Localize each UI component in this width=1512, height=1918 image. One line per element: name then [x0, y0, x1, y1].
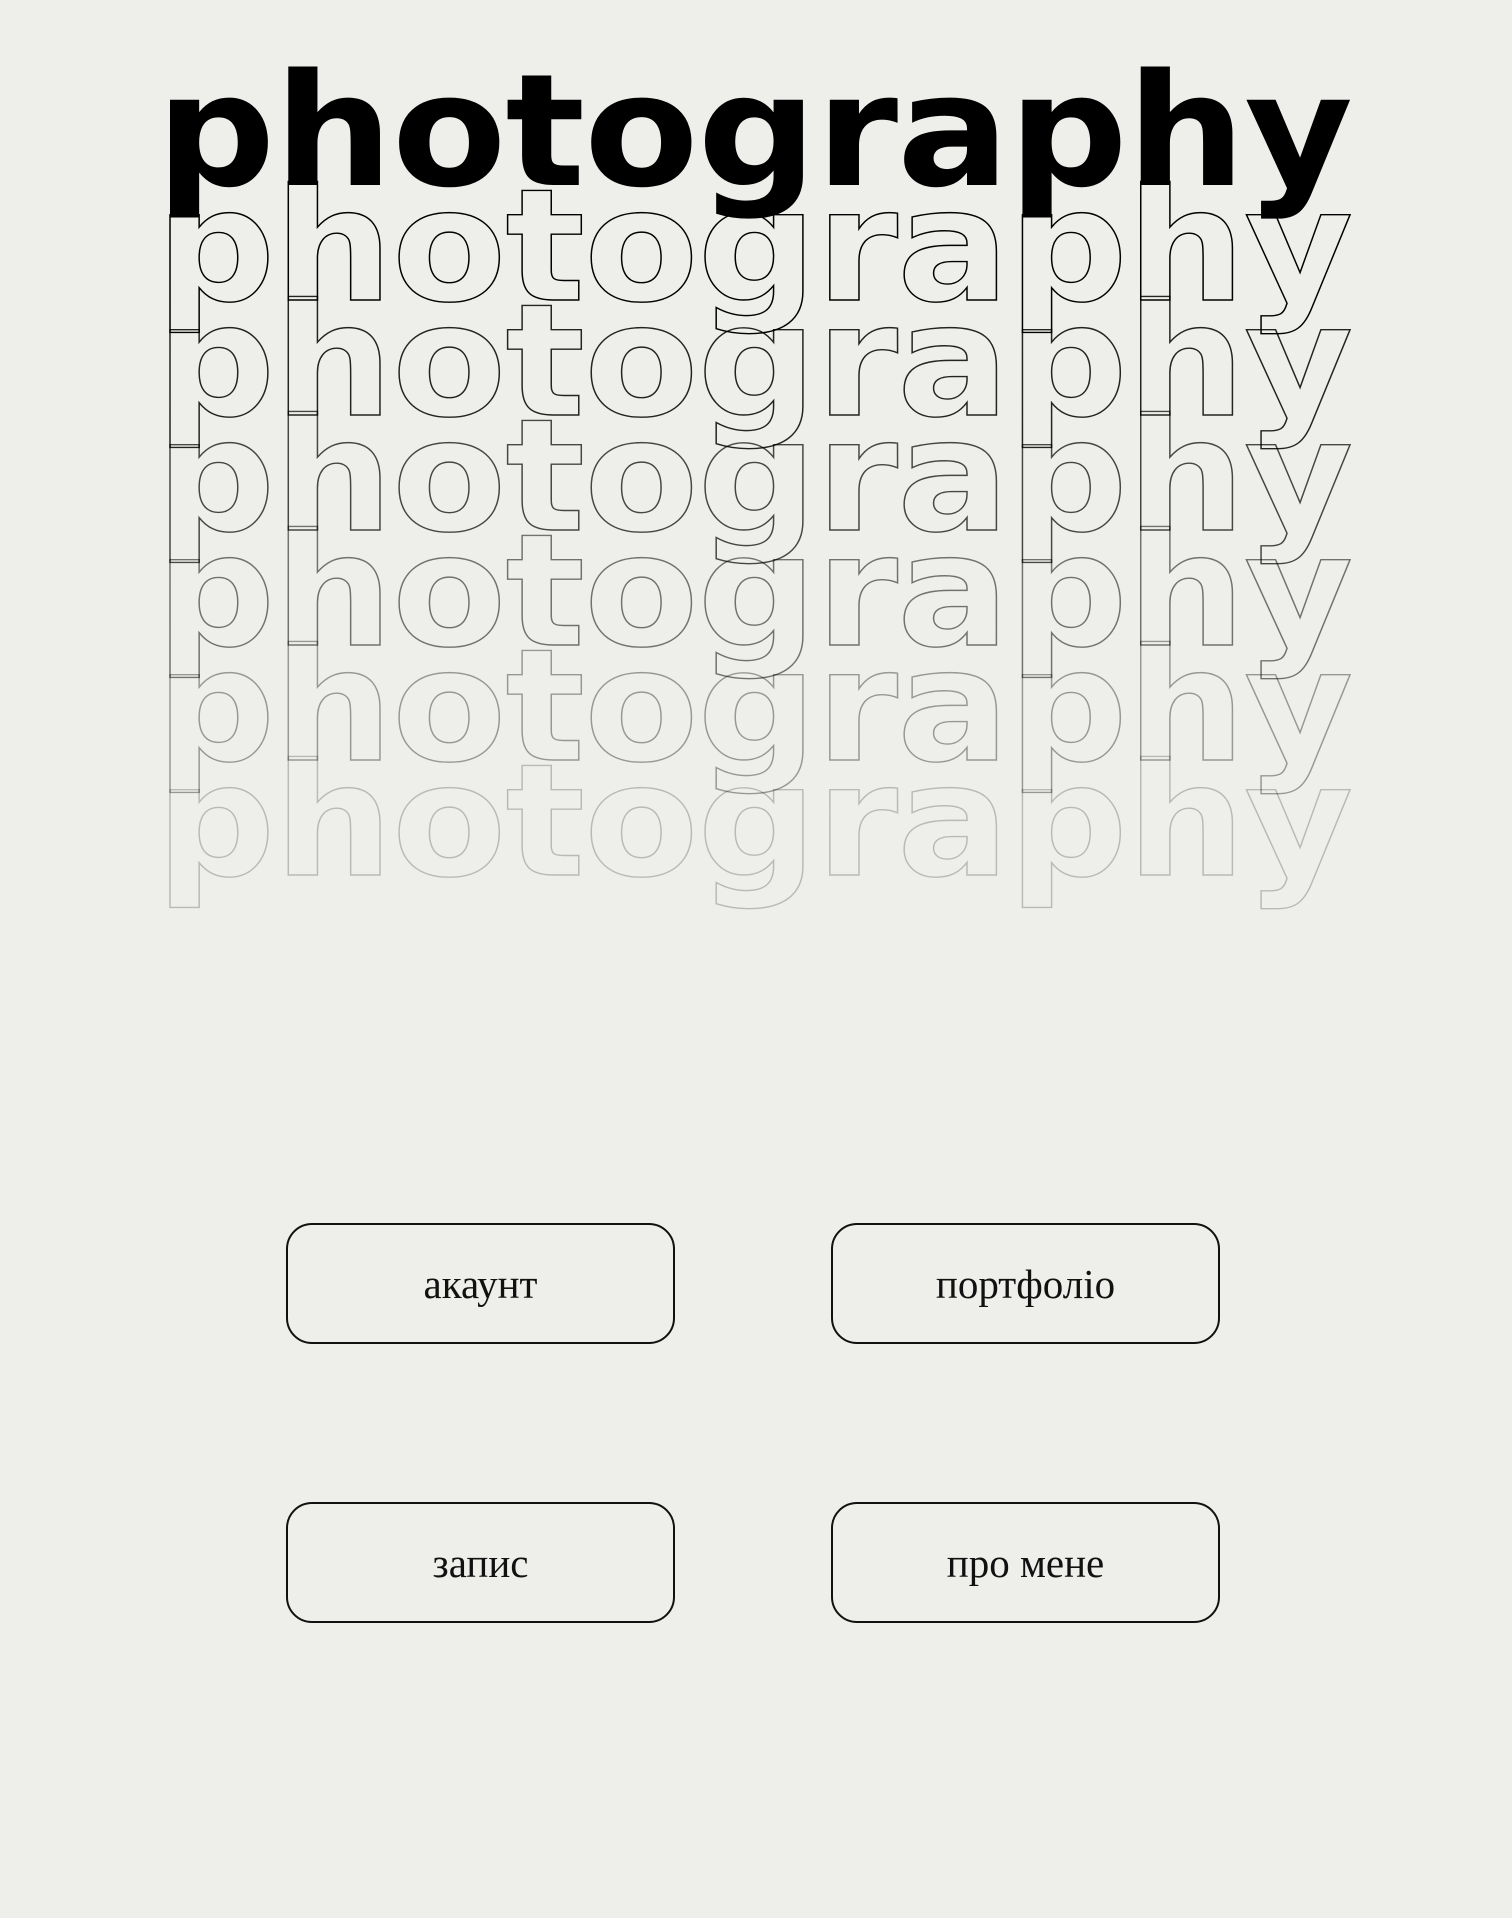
logo-wordmark: photography photography photography phot…: [155, 40, 1353, 913]
booking-button[interactable]: запис: [286, 1502, 675, 1623]
logo-row-outline-6: photography: [156, 730, 1352, 912]
account-button[interactable]: акаунт: [286, 1223, 675, 1344]
about-button[interactable]: про мене: [831, 1502, 1220, 1623]
portfolio-button[interactable]: портфоліо: [831, 1223, 1220, 1344]
